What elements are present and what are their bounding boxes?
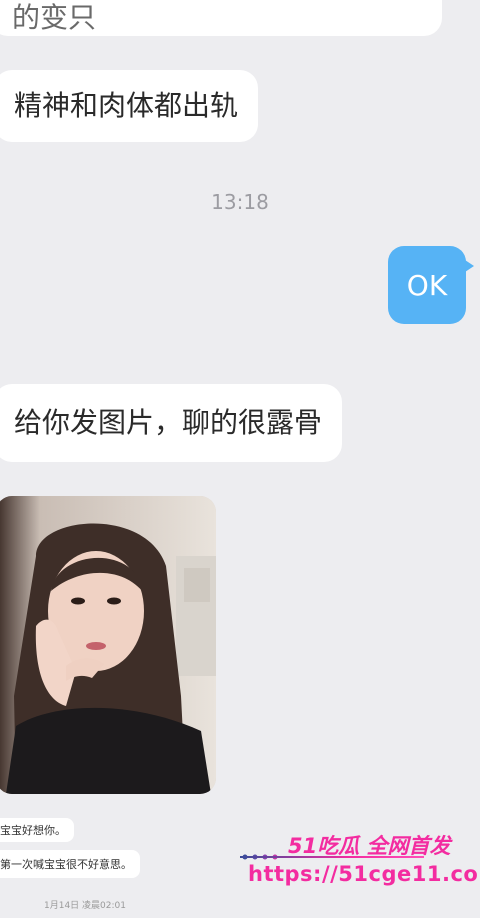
message-text: 给你发图片，聊的很露骨 <box>14 406 323 439</box>
watermark: 51吃瓜 全网首发 https://51cge11.com <box>238 826 480 890</box>
message-timestamp: 13:18 <box>211 190 269 214</box>
watermark-underline <box>240 856 424 858</box>
embedded-message: 第一次喊宝宝很不好意思。 <box>0 850 140 878</box>
embedded-message: 宝宝好想你。 <box>0 818 74 842</box>
bubble-tail <box>462 258 474 274</box>
message-text: 的变只 <box>12 1 97 34</box>
watermark-url: https://51cge11.com <box>248 862 480 886</box>
message-text: OK <box>406 268 448 302</box>
message-bubble-incoming[interactable]: 精神和肉体都出轨 <box>0 70 259 142</box>
image-message[interactable] <box>0 496 216 794</box>
embedded-message-text: 宝宝好想你。 <box>0 824 66 837</box>
embedded-timestamp: 1月14日 凌晨02:01 <box>44 901 126 911</box>
message-text: 精神和肉体都出轨 <box>14 89 239 122</box>
message-bubble-incoming[interactable]: 给你发图片，聊的很露骨 <box>0 384 343 462</box>
circuit-decoration <box>242 854 278 860</box>
embedded-message-text: 第一次喊宝宝很不好意思。 <box>0 858 132 871</box>
message-bubble-outgoing[interactable]: OK <box>388 246 466 324</box>
photo-illustration <box>0 496 216 794</box>
message-bubble-incoming-partial[interactable]: 的变只 <box>0 0 442 36</box>
